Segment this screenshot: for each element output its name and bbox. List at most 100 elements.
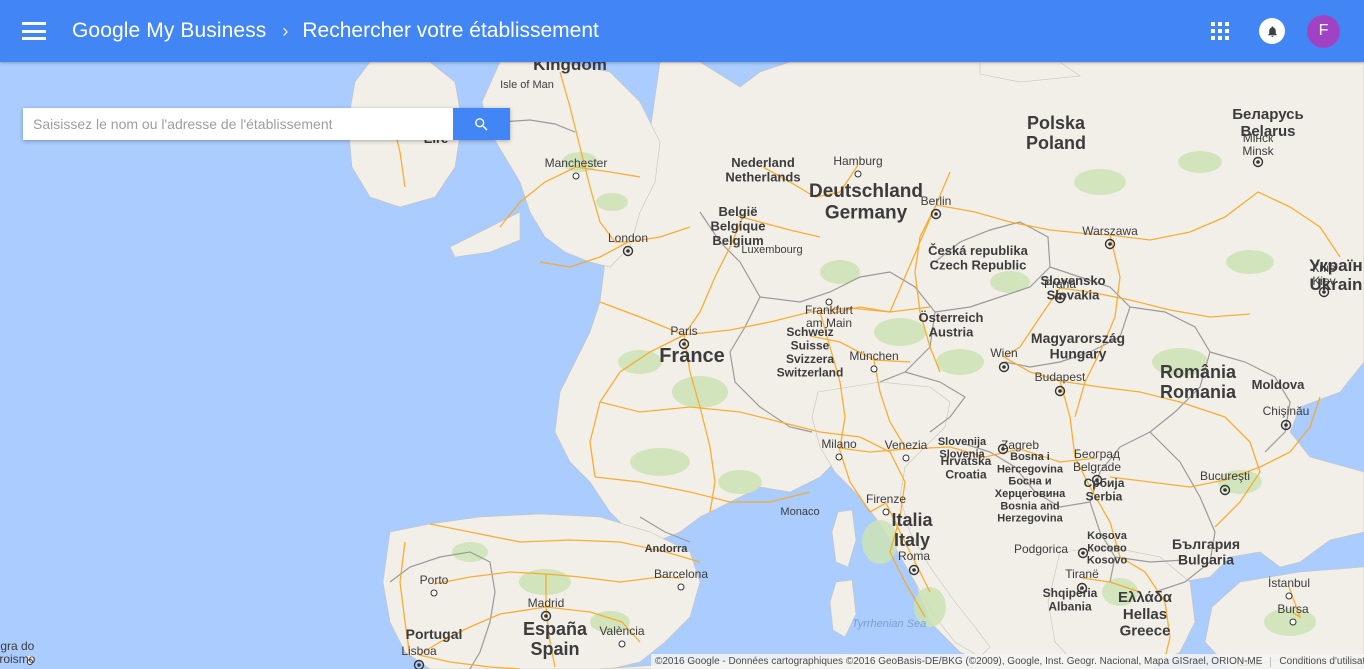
svg-text:Kingdom: Kingdom — [533, 62, 607, 74]
map-label-united-kingdom: Kingdom — [533, 62, 607, 74]
map-label-isle-of-man: Isle of Man — [500, 79, 554, 91]
svg-text:Suisse: Suisse — [791, 338, 830, 352]
svg-text:Frankfurt: Frankfurt — [805, 303, 854, 317]
svg-text:Magyarország: Magyarország — [1031, 330, 1125, 346]
hamburger-menu-icon[interactable] — [22, 22, 46, 40]
map-city-valencia: València — [599, 624, 644, 638]
svg-text:Roma: Roma — [898, 549, 930, 563]
apps-grid-icon[interactable] — [1211, 22, 1229, 40]
map-city-hamburg: Hamburg — [833, 154, 882, 168]
map-city-roma: Roma — [898, 549, 930, 563]
svg-text:Milano: Milano — [821, 437, 857, 451]
map-city-bucuresti: Bucureşti — [1200, 469, 1250, 483]
svg-text:London: London — [608, 231, 648, 245]
hamburger-bar — [22, 29, 46, 33]
svg-text:Nederland: Nederland — [731, 155, 795, 170]
map-city-venezia: Venezia — [885, 438, 928, 452]
map-city-podgorica: Podgorica — [1014, 542, 1068, 556]
map-label-luxembourg: Luxembourg — [741, 244, 802, 256]
svg-text:Barcelona: Barcelona — [654, 567, 708, 581]
svg-text:Tyrrhenian Sea: Tyrrhenian Sea — [852, 618, 926, 630]
app-header: Google My Business › Rechercher votre ét… — [0, 0, 1364, 62]
svg-text:Albania: Albania — [1048, 599, 1092, 613]
svg-text:Podgorica: Podgorica — [1014, 542, 1068, 556]
map-city-firenze: Firenze — [866, 492, 906, 506]
map-city-wien: Wien — [990, 346, 1017, 360]
svg-text:ngra do: ngra do — [0, 639, 35, 653]
svg-text:Czech Republic: Czech Republic — [930, 258, 1027, 273]
search-icon — [475, 117, 488, 131]
svg-text:Portugal: Portugal — [406, 626, 463, 642]
svg-text:Romania: Romania — [1160, 382, 1237, 402]
svg-text:Wien: Wien — [990, 346, 1017, 360]
svg-text:Berlin: Berlin — [921, 194, 952, 208]
svg-text:İstanbul: İstanbul — [1268, 576, 1310, 590]
terms-of-use-link[interactable]: Conditions d'utilisation — [1279, 656, 1364, 667]
svg-text:Kosova: Kosova — [1087, 530, 1128, 542]
svg-text:Spain: Spain — [530, 639, 579, 659]
map-city-praha: Praha — [1044, 277, 1076, 291]
svg-text:Kiev: Kiev — [1312, 274, 1335, 288]
svg-text:Netherlands: Netherlands — [725, 170, 800, 185]
map-city-london: London — [608, 231, 648, 245]
map-city-lisboa: Lisboa — [401, 644, 437, 658]
map-city-beograd: БеоградBelgrade — [1073, 447, 1121, 474]
svg-text:Slovenija: Slovenija — [938, 436, 987, 448]
map-city-budapest: Budapest — [1035, 370, 1086, 384]
svg-text:Київ: Київ — [1312, 261, 1335, 275]
svg-text:Isle of Man: Isle of Man — [500, 79, 554, 91]
map-label-romania: RomâniaRomania — [1160, 362, 1237, 402]
svg-text:am Main: am Main — [806, 316, 852, 330]
search-input[interactable] — [23, 108, 453, 140]
svg-text:Madrid: Madrid — [528, 596, 565, 610]
svg-text:Ελλάδα: Ελλάδα — [1118, 589, 1173, 606]
map-label-switzerland: SchweizSuisseSvizzeraSwitzerland — [777, 325, 844, 379]
hamburger-bar — [22, 37, 46, 40]
map-label-czech-republic: Česká republikaCzech Republic — [928, 243, 1028, 273]
svg-text:Italy: Italy — [894, 530, 930, 550]
map-label-nederland: NederlandNetherlands — [725, 155, 800, 185]
svg-text:Беларусь: Беларусь — [1232, 106, 1304, 123]
svg-text:Switzerland: Switzerland — [777, 365, 844, 379]
search-button[interactable] — [453, 108, 510, 140]
map-label-france: France — [659, 345, 725, 367]
brand-title[interactable]: Google My Business — [72, 19, 266, 43]
bell-icon — [1267, 25, 1277, 37]
map-label-moldova: Moldova — [1252, 377, 1305, 392]
svg-text:Venezia: Venezia — [885, 438, 928, 452]
svg-text:Tiranë: Tiranë — [1065, 567, 1099, 581]
avatar[interactable]: F — [1307, 14, 1340, 48]
map-label-italy: ItaliaItaly — [891, 510, 933, 550]
svg-text:France: France — [659, 345, 725, 367]
map-city-porto: Porto — [420, 573, 449, 587]
map-city-madrid: Madrid — [528, 596, 565, 610]
attribution-text: ©2016 Google - Données cartographiques ©… — [655, 656, 1263, 667]
map-city-manchester: Manchester — [545, 156, 608, 170]
svg-text:Chişinău: Chişinău — [1263, 404, 1310, 418]
svg-text:Minsk: Minsk — [1242, 144, 1274, 158]
map-label-serbia: СрбијаSerbia — [1084, 476, 1125, 503]
map-city-kiev: КиївKiev — [1312, 261, 1335, 288]
business-search-box[interactable] — [23, 108, 510, 140]
svg-text:Serbia: Serbia — [1086, 489, 1123, 503]
map-city-muenchen: München — [849, 349, 898, 363]
svg-text:Србија: Србија — [1084, 476, 1125, 490]
notifications-button[interactable] — [1259, 18, 1285, 44]
map-canvas[interactable]: KingdomIsle of ManEireNederlandNetherlan… — [0, 62, 1364, 669]
map-label-greece: ΕλλάδαHellasGreece — [1118, 589, 1173, 640]
map-label-portugal: Portugal — [406, 626, 463, 642]
svg-text:Bulgaria: Bulgaria — [1178, 552, 1234, 568]
svg-text:Hellas: Hellas — [1123, 606, 1167, 623]
map-label-tyrrhenian-sea: Tyrrhenian Sea — [852, 618, 926, 630]
svg-text:Polska: Polska — [1027, 113, 1086, 133]
svg-text:Moldova: Moldova — [1252, 377, 1305, 392]
svg-text:Budapest: Budapest — [1035, 370, 1086, 384]
map-city-warszawa: Warszawa — [1082, 224, 1138, 238]
map-label-germany: DeutschlandGermany — [809, 181, 923, 223]
svg-text:България: България — [1172, 536, 1240, 552]
breadcrumb-separator-icon: › — [282, 20, 289, 41]
page-title: Rechercher votre établissement — [302, 19, 599, 42]
svg-text:Херцеговина: Херцеговина — [995, 488, 1066, 500]
svg-text:Мінск: Мінск — [1243, 131, 1274, 145]
map-city-bursa: Bursa — [1277, 602, 1309, 616]
